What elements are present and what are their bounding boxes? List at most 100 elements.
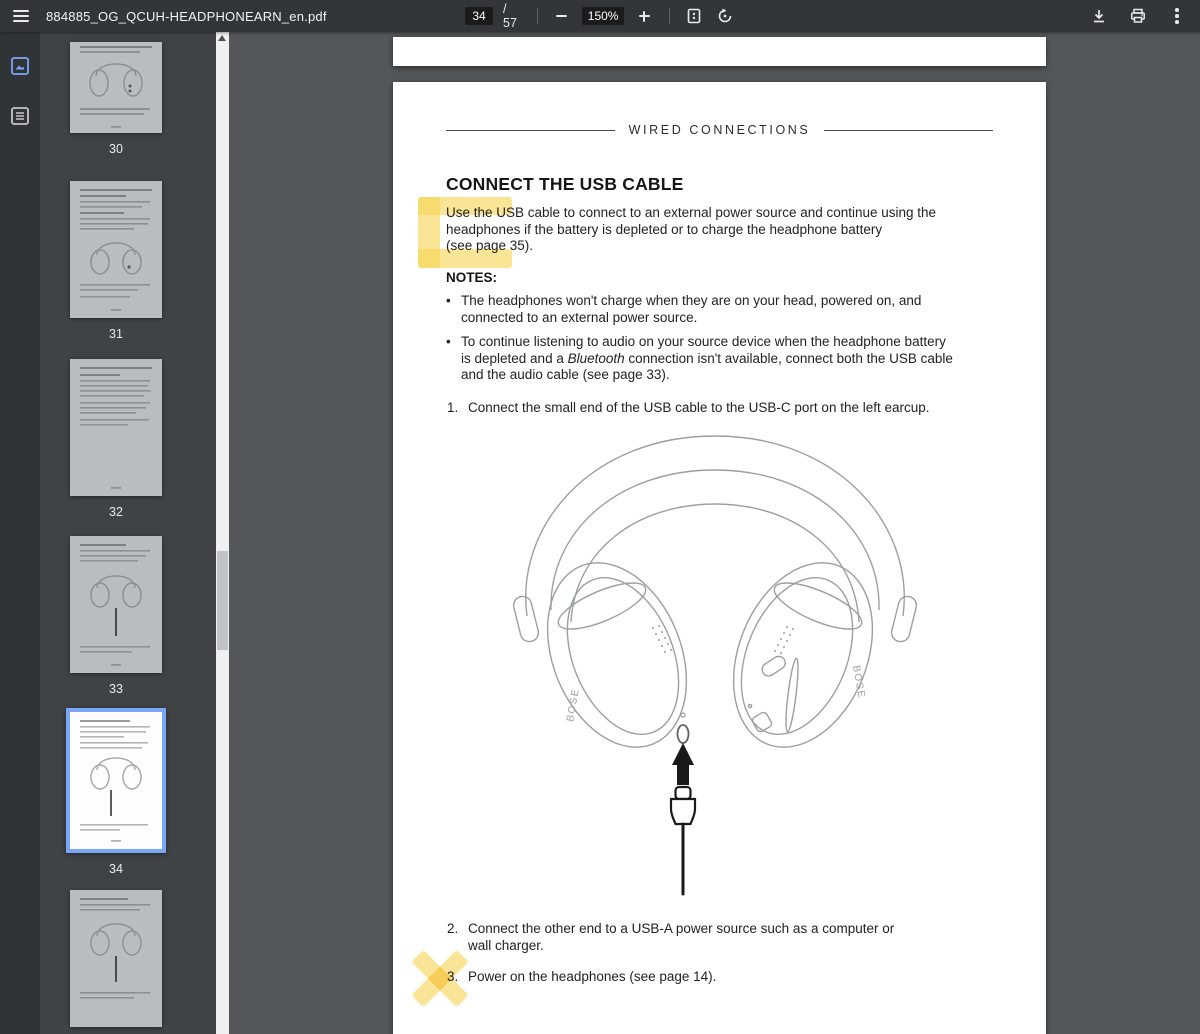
pdf-toolbar: 884885_OG_QCUH-HEADPHONEARN_en.pdf / 57 … <box>0 0 1200 32</box>
step-2: 2. Connect the other end to a USB-A powe… <box>447 921 894 954</box>
plus-icon <box>638 10 650 22</box>
zoom-in-button[interactable] <box>634 5 655 27</box>
thumbnail-preview <box>66 708 166 853</box>
thumbnail-page-34-selected[interactable]: 34 <box>66 708 166 876</box>
rotate-icon <box>718 8 731 23</box>
thumbnail-page-label: 34 <box>109 862 123 876</box>
thumbnail-preview <box>70 890 162 1027</box>
page-title: CONNECT THE USB CABLE <box>446 174 684 194</box>
section-header: WIRED CONNECTIONS <box>446 123 994 137</box>
toolbar-divider <box>668 8 670 24</box>
paragraph-line: Use the USB cable to connect to an exter… <box>446 205 937 220</box>
bullet-line: is depleted and a Bluetooth connection i… <box>461 351 953 368</box>
thumbnail-page-30[interactable]: 30 <box>70 42 162 156</box>
thumbnail-page-35[interactable] <box>70 890 162 1027</box>
menu-icon[interactable] <box>10 5 32 27</box>
thumbnails-view-icon <box>11 57 29 75</box>
sidebar-rail <box>0 32 40 1034</box>
thumbnail-panel: 30 31 32 33 34 <box>40 32 216 1034</box>
right-mic-vents <box>774 626 794 654</box>
step-text: Connect the small end of the USB cable t… <box>468 400 930 417</box>
bullet-text-segment: connection isn't available, connect both… <box>624 350 953 366</box>
note-bullet-2: • To continue listening to audio on your… <box>446 334 953 384</box>
kebab-menu-icon <box>1175 8 1179 24</box>
page-number-input[interactable] <box>465 7 494 25</box>
zoom-out-button[interactable] <box>552 5 573 27</box>
toolbar-left: 884885_OG_QCUH-HEADPHONEARN_en.pdf <box>0 5 465 27</box>
previous-page-bottom-edge <box>393 37 1046 66</box>
step-number: 1. <box>447 400 459 415</box>
step-number: 2. <box>447 921 459 936</box>
outline-view-button[interactable] <box>0 96 40 136</box>
pdf-page-34: WIRED CONNECTIONS CONNECT THE USB CABLE … <box>393 82 1046 1034</box>
usb-plug <box>669 785 697 826</box>
step-text: Connect the other end to a USB-A power s… <box>468 921 894 954</box>
thumbnail-preview <box>70 536 162 673</box>
thumbnail-page-33[interactable]: 33 <box>70 536 162 696</box>
page-total-label: / 57 <box>503 2 517 30</box>
thumbnail-preview <box>70 181 162 318</box>
step-line: Connect the small end of the USB cable t… <box>468 400 930 415</box>
note-bullet-1: • The headphones won't charge when they … <box>446 293 921 326</box>
print-icon <box>1131 8 1145 23</box>
more-options-button[interactable] <box>1166 5 1188 27</box>
status-led <box>680 712 686 718</box>
left-mic-vents <box>652 625 672 653</box>
thumbnail-page-label: 33 <box>109 682 123 696</box>
paragraph-line: headphones if the battery is depleted or… <box>446 221 883 237</box>
bullet-line: To continue listening to audio on your s… <box>461 334 946 349</box>
fit-to-page-button[interactable] <box>684 5 705 27</box>
thumbnail-page-label: 31 <box>109 327 123 341</box>
thumbnails-view-button[interactable] <box>0 46 40 86</box>
rotate-button[interactable] <box>714 5 735 27</box>
thumbnail-page-31[interactable]: 31 <box>70 181 162 341</box>
section-rule-right <box>824 129 994 131</box>
scrollbar-thumb[interactable] <box>217 551 228 650</box>
usb-c-port <box>676 724 690 744</box>
thumbnail-preview <box>70 42 162 133</box>
bullet-line: connected to an external power source. <box>461 309 698 325</box>
step-text: Power on the headphones (see page 14). <box>468 969 716 986</box>
minus-icon <box>556 15 568 17</box>
download-icon <box>1094 10 1104 23</box>
document-viewport[interactable]: WIRED CONNECTIONS CONNECT THE USB CABLE … <box>229 32 1200 1034</box>
bullet-text: To continue listening to audio on your s… <box>461 334 953 384</box>
hamburger-icon <box>13 10 29 22</box>
bullet-text: The headphones won't charge when they ar… <box>461 293 921 326</box>
step-line: Connect the other end to a USB-A power s… <box>468 921 895 936</box>
usb-arrow-icon <box>672 743 694 785</box>
paragraph-line: (see page 35). <box>446 238 534 253</box>
document-outline-icon <box>11 107 29 125</box>
fit-to-page-icon <box>687 8 701 24</box>
step-line: Power on the headphones (see page 14). <box>468 969 717 984</box>
section-title: WIRED CONNECTIONS <box>628 123 811 137</box>
thumbnail-page-label: 32 <box>109 505 123 519</box>
bullet-icon: • <box>446 293 451 308</box>
step-1: 1. Connect the small end of the USB cabl… <box>447 400 930 417</box>
intro-paragraph: Use the USB cable to connect to an exter… <box>446 205 936 255</box>
toolbar-right <box>735 5 1200 27</box>
scrollbar-up-arrow-icon[interactable] <box>218 35 226 41</box>
download-button[interactable] <box>1088 5 1110 27</box>
print-button[interactable] <box>1127 5 1149 27</box>
thumbnail-page-label: 30 <box>109 142 123 156</box>
zoom-level-value: 150% <box>582 7 625 25</box>
thumbnail-preview <box>70 359 162 496</box>
step-3: 3. Power on the headphones (see page 14)… <box>447 969 716 986</box>
bullet-line: and the audio cable (see page 33). <box>461 367 670 382</box>
sidebar-scrollbar[interactable] <box>216 32 229 1034</box>
bullet-text-segment: is depleted and a <box>461 350 568 366</box>
bluetooth-word: Bluetooth <box>567 350 625 366</box>
section-rule-left <box>446 129 615 131</box>
step-number: 3. <box>447 969 459 984</box>
thumbnail-page-32[interactable]: 32 <box>70 359 162 519</box>
notes-label: NOTES: <box>446 270 498 285</box>
step-line: wall charger. <box>468 937 544 953</box>
document-title: 884885_OG_QCUH-HEADPHONEARN_en.pdf <box>46 8 327 24</box>
headphones-illustration: BOSE BOSE <box>512 435 918 896</box>
toolbar-divider <box>536 8 538 24</box>
toolbar-center: / 57 150% <box>465 2 735 30</box>
right-earcup <box>732 562 874 748</box>
pdf-viewer-window: 884885_OG_QCUH-HEADPHONEARN_en.pdf / 57 … <box>0 0 1200 1034</box>
bose-logo-right: BOSE <box>850 665 867 700</box>
